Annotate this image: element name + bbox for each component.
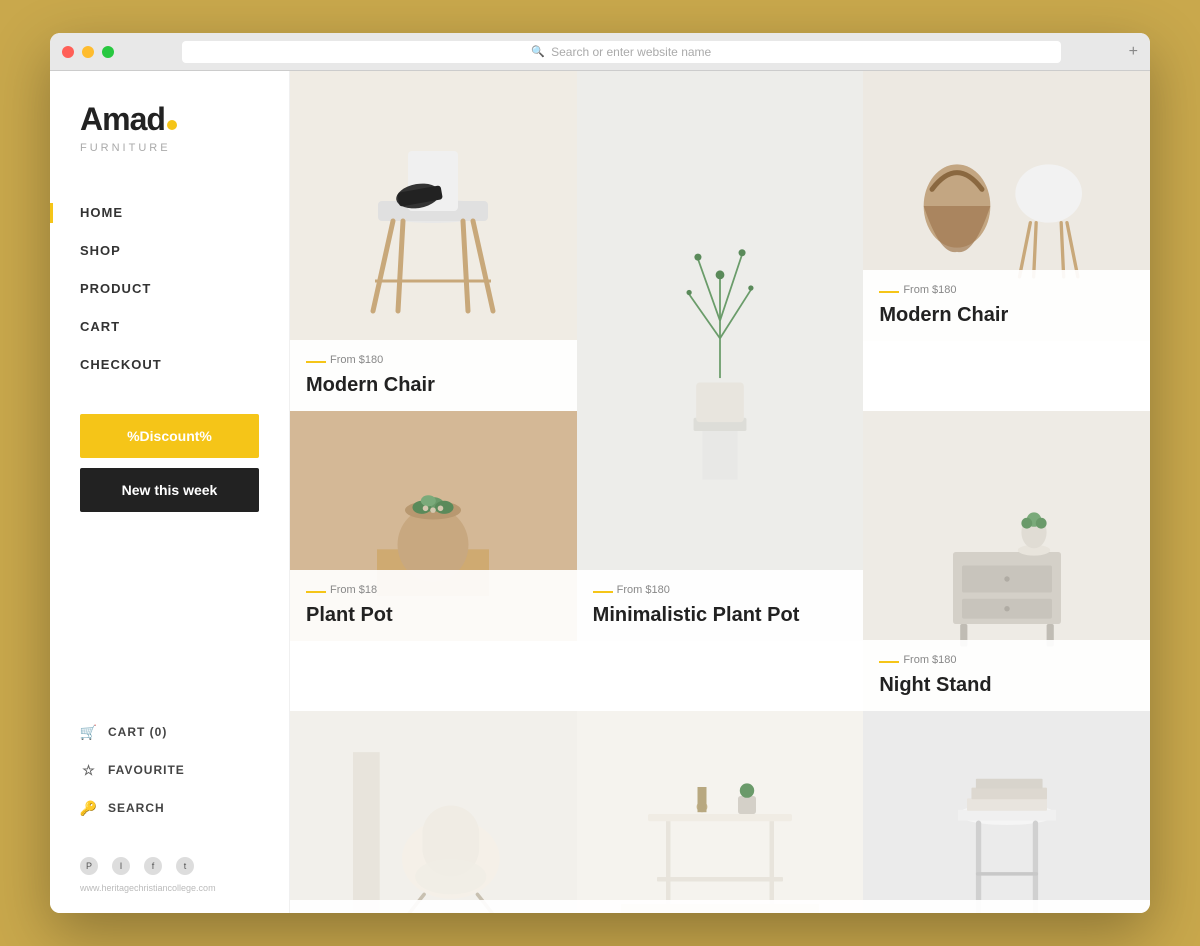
- browser-chrome: 🔍 Search or enter website name +: [50, 33, 1150, 71]
- nav-link-product[interactable]: PRODUCT: [80, 281, 151, 296]
- logo-text: Amad: [80, 101, 165, 138]
- search-link[interactable]: 🔑 SEARCH: [80, 789, 259, 827]
- pinterest-icon[interactable]: P: [80, 857, 98, 875]
- product-info-night-stand: From $180 Night Stand: [863, 640, 1150, 711]
- facebook-icon[interactable]: f: [144, 857, 162, 875]
- product-image-small-table: [577, 711, 864, 913]
- cart-icon: 🛒: [80, 723, 98, 741]
- minimize-button[interactable]: [82, 46, 94, 58]
- product-info-metallic-chair: From $318 Metallic Chair: [863, 900, 1150, 913]
- close-button[interactable]: [62, 46, 74, 58]
- from-bar-5: [879, 661, 899, 663]
- product-image-metallic-chair: [863, 711, 1150, 913]
- nav-item-cart[interactable]: CART: [80, 308, 259, 346]
- browser-window: 🔍 Search or enter website name + Amad FU…: [50, 33, 1150, 913]
- sidebar: Amad FURNITURE HOME SHOP PRODUCT CART: [50, 71, 290, 913]
- product-card-plant-pot[interactable]: From $18 Plant Pot: [290, 411, 577, 641]
- new-tab-icon[interactable]: +: [1129, 43, 1138, 61]
- product-name-modern-chair-1: Modern Chair: [306, 373, 561, 397]
- new-week-button[interactable]: New this week: [80, 468, 259, 512]
- watermark: www.heritagechristiancollege.com: [80, 883, 259, 893]
- product-card-rocking-chair[interactable]: From $318 Modern Rocking Chair: [290, 711, 577, 913]
- from-line-4: From $18: [306, 584, 561, 600]
- from-bar-4: [306, 591, 326, 593]
- product-name-modern-chair-2: Modern Chair: [879, 303, 1134, 327]
- product-from-2: From $180: [617, 584, 670, 596]
- address-bar[interactable]: 🔍 Search or enter website name: [182, 41, 1061, 63]
- instagram-icon[interactable]: I: [112, 857, 130, 875]
- from-bar-2: [593, 591, 613, 593]
- nav-link-checkout[interactable]: CHECKOUT: [80, 357, 162, 372]
- nav-link-shop[interactable]: SHOP: [80, 243, 121, 258]
- product-grid: From $180 Modern Chair: [290, 71, 1150, 913]
- product-info-plant-pot: From $18 Plant Pot: [290, 570, 577, 641]
- product-card-night-stand[interactable]: From $180 Night Stand: [863, 411, 1150, 711]
- product-from-5: From $180: [903, 654, 956, 666]
- cart-label: CART (0): [108, 725, 167, 739]
- browser-body: Amad FURNITURE HOME SHOP PRODUCT CART: [50, 71, 1150, 913]
- from-bar-1: [306, 361, 326, 363]
- product-card-plant-pot-min[interactable]: From $180 Minimalistic Plant Pot: [577, 71, 864, 641]
- product-image-plant-pot-min: [577, 71, 864, 641]
- nav-menu: HOME SHOP PRODUCT CART CHECKOUT: [80, 194, 259, 384]
- cart-link[interactable]: 🛒 CART (0): [80, 713, 259, 751]
- favourite-link[interactable]: ☆ FAVOURITE: [80, 751, 259, 789]
- product-name-night-stand: Night Stand: [879, 673, 1134, 697]
- from-line-1: From $180: [306, 354, 561, 370]
- product-card-metallic-chair[interactable]: From $318 Metallic Chair: [863, 711, 1150, 913]
- sidebar-bottom: 🛒 CART (0) ☆ FAVOURITE 🔑 SEARCH P I f t: [80, 713, 259, 893]
- nav-item-checkout[interactable]: CHECKOUT: [80, 346, 259, 384]
- product-image-rocking-chair: [290, 711, 577, 913]
- product-info-small-table: From $320 Small Table: [577, 900, 864, 913]
- product-card-small-table[interactable]: From $320 Small Table: [577, 711, 864, 913]
- address-text: Search or enter website name: [551, 45, 711, 59]
- product-from-4: From $18: [330, 584, 377, 596]
- product-info-plant-pot-min: From $180 Minimalistic Plant Pot: [577, 570, 864, 641]
- product-from-1: From $180: [330, 354, 383, 366]
- search-icon: 🔍: [531, 45, 545, 58]
- product-info-rocking-chair: From $318 Modern Rocking Chair: [290, 900, 577, 913]
- product-name-plant-pot-min: Minimalistic Plant Pot: [593, 603, 848, 627]
- product-from-3: From $180: [903, 284, 956, 296]
- from-line-3: From $180: [879, 284, 1134, 300]
- star-icon: ☆: [80, 761, 98, 779]
- logo-dot: [167, 120, 177, 130]
- favourite-label: FAVOURITE: [108, 763, 185, 777]
- search-label: SEARCH: [108, 801, 165, 815]
- discount-button[interactable]: %Discount%: [80, 414, 259, 458]
- nav-item-product[interactable]: PRODUCT: [80, 270, 259, 308]
- from-line-5: From $180: [879, 654, 1134, 670]
- from-bar-3: [879, 291, 899, 293]
- product-info-modern-chair-1: From $180 Modern Chair: [290, 340, 577, 411]
- nav-item-home[interactable]: HOME: [80, 194, 259, 232]
- product-card-modern-chair-1[interactable]: From $180 Modern Chair: [290, 71, 577, 411]
- from-line-2: From $180: [593, 584, 848, 600]
- product-name-plant-pot: Plant Pot: [306, 603, 561, 627]
- nav-item-shop[interactable]: SHOP: [80, 232, 259, 270]
- product-card-modern-chair-2[interactable]: From $180 Modern Chair: [863, 71, 1150, 341]
- logo-subtitle: FURNITURE: [80, 142, 259, 154]
- nav-link-home[interactable]: HOME: [80, 205, 123, 220]
- social-links: P I f t: [80, 847, 259, 875]
- maximize-button[interactable]: [102, 46, 114, 58]
- logo: Amad: [80, 101, 259, 138]
- product-info-modern-chair-2: From $180 Modern Chair: [863, 270, 1150, 341]
- twitter-icon[interactable]: t: [176, 857, 194, 875]
- nav-link-cart[interactable]: CART: [80, 319, 120, 334]
- search-icon: 🔑: [80, 799, 98, 817]
